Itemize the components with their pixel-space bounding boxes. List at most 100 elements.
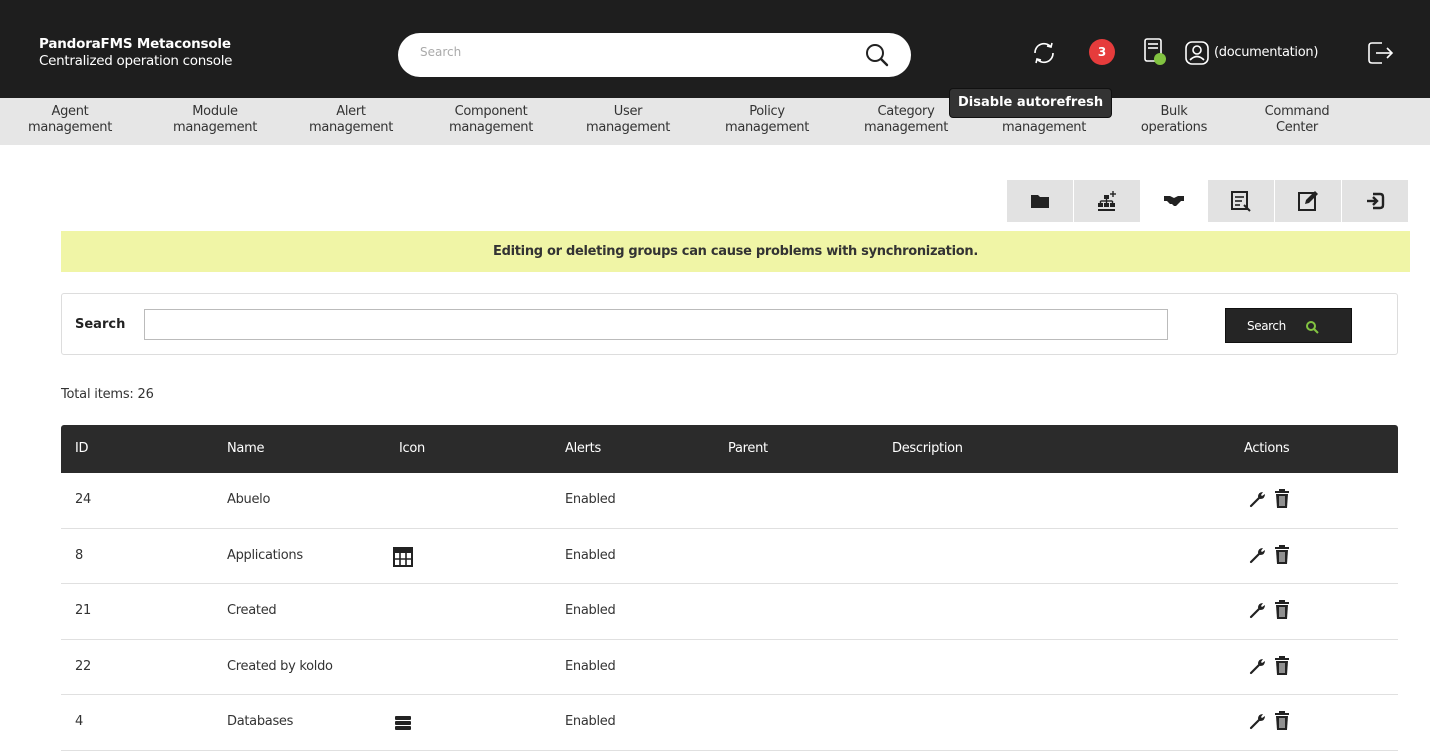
tool-folder[interactable] [1007, 180, 1073, 222]
row-alerts: Enabled [565, 603, 616, 618]
row-id: 8 [75, 547, 83, 563]
exit-icon [1367, 192, 1385, 210]
menu-label-line1: Category [877, 104, 935, 119]
wrench-icon[interactable] [1248, 600, 1268, 620]
row-alerts: Enabled [565, 714, 616, 729]
group-add-icon [1098, 191, 1116, 211]
search-icon[interactable] [864, 42, 890, 68]
user-name[interactable]: (documentation) [1214, 45, 1318, 60]
group-search-input[interactable] [144, 309, 1168, 340]
menu-label-line2: management [724, 120, 810, 135]
menu-label-line1: Alert [336, 104, 366, 119]
trash-icon[interactable] [1273, 710, 1291, 732]
menu-label-line2: management [27, 120, 113, 135]
menu-label-line2: Center [1276, 120, 1318, 135]
row-id: 24 [75, 492, 91, 507]
notification-badge[interactable]: 3 [1089, 39, 1115, 65]
wrench-icon[interactable] [1248, 711, 1268, 731]
wrench-icon[interactable] [1248, 545, 1268, 565]
search-button-label: Search [1247, 319, 1286, 333]
trash-icon[interactable] [1273, 599, 1291, 621]
menu-label-line1: User [613, 104, 643, 119]
user-icon[interactable] [1183, 39, 1211, 67]
calculator-icon [393, 546, 413, 567]
col-name[interactable]: Name [227, 441, 264, 456]
list-icon [1231, 191, 1251, 212]
menu-bulk-operations[interactable]: Bulk operations [1129, 104, 1219, 136]
row-name[interactable]: Databases [227, 714, 293, 729]
menu-label-line1: Module [192, 104, 238, 119]
edit-icon [1298, 191, 1318, 211]
row-id: 22 [75, 658, 91, 674]
menu-label-line2: management [448, 120, 534, 135]
tool-edit[interactable] [1275, 180, 1341, 222]
main-menu: Agent management Module management Alert… [0, 98, 1430, 145]
trash-icon[interactable] [1273, 488, 1291, 510]
row-id: 21 [75, 603, 91, 618]
menu-label-line2: management [308, 120, 394, 135]
menu-user-management[interactable]: User management [568, 104, 688, 136]
global-search-input[interactable] [420, 45, 840, 59]
col-description: Description [892, 441, 963, 456]
menu-label-line2: management [1001, 120, 1087, 135]
col-alerts: Alerts [565, 441, 601, 456]
row-name[interactable]: Abuelo [227, 492, 270, 507]
menu-component-management[interactable]: Component management [431, 104, 551, 136]
tool-group-add[interactable] [1074, 180, 1140, 222]
col-id[interactable]: ID [75, 441, 89, 456]
table-row: 8 Applications Enabled [61, 528, 1398, 584]
table-header: ID Name Icon Alerts Parent Description A… [61, 425, 1398, 473]
menu-policy-management[interactable]: Policy management [707, 104, 827, 136]
top-header: PandoraFMS Metaconsole Centralized opera… [0, 0, 1430, 98]
col-icon: Icon [399, 441, 425, 456]
menu-agent-management[interactable]: Agent management [0, 104, 140, 136]
menu-label-line2: operations [1140, 120, 1208, 135]
table-row: 21 Created Enabled [61, 584, 1398, 640]
col-actions: Actions [1244, 441, 1290, 456]
wrench-icon[interactable] [1248, 656, 1268, 676]
folder-icon [1031, 195, 1049, 208]
table-row: 24 Abuelo Enabled [61, 473, 1398, 529]
trash-icon[interactable] [1273, 544, 1291, 566]
handshake-icon [1164, 196, 1184, 206]
trash-icon[interactable] [1273, 655, 1291, 677]
menu-label-line1: Bulk [1160, 104, 1188, 119]
menu-category-management[interactable]: Category management [846, 104, 966, 136]
sync-warning-message: Editing or deleting groups can cause pro… [61, 231, 1410, 272]
row-name[interactable]: Created by koldo [227, 659, 333, 674]
row-id: 4 [75, 714, 83, 729]
wrench-icon[interactable] [1248, 489, 1268, 509]
menu-label-line2: management [863, 120, 949, 135]
row-name[interactable]: Created [227, 603, 277, 618]
menu-label-line1: Agent [51, 104, 89, 119]
tool-list[interactable] [1208, 180, 1274, 222]
global-search-box [398, 33, 911, 77]
server-status-icon[interactable] [1142, 37, 1168, 67]
row-alerts: Enabled [565, 658, 616, 674]
menu-label-line1: Policy [749, 104, 785, 119]
search-icon [1306, 321, 1319, 334]
group-tools-bar [1007, 180, 1409, 222]
col-parent: Parent [728, 441, 768, 456]
menu-alert-management[interactable]: Alert management [296, 104, 406, 136]
refresh-icon[interactable] [1030, 39, 1058, 67]
total-items: Total items: 26 [61, 387, 154, 402]
logout-icon[interactable] [1364, 37, 1396, 69]
database-icon [395, 716, 411, 730]
brand-subtitle: Centralized operation console [39, 53, 233, 69]
row-alerts: Enabled [565, 492, 616, 507]
tool-handshake[interactable] [1141, 180, 1207, 222]
autorefresh-tooltip: Disable autorefresh [949, 88, 1113, 118]
menu-command-center[interactable]: Command Center [1247, 104, 1347, 136]
menu-label-line1: Command [1264, 104, 1330, 119]
groups-table: ID Name Icon Alerts Parent Description A… [61, 425, 1398, 751]
row-name[interactable]: Applications [227, 548, 303, 563]
menu-label-line2: management [172, 120, 258, 135]
row-alerts: Enabled [565, 547, 616, 563]
menu-label-line2: management [585, 120, 671, 135]
brand[interactable]: PandoraFMS Metaconsole Centralized opera… [39, 36, 232, 70]
table-row: 22 Created by koldo Enabled [61, 639, 1398, 695]
search-button[interactable]: Search [1225, 308, 1352, 343]
menu-module-management[interactable]: Module management [160, 104, 270, 136]
tool-exit[interactable] [1342, 180, 1408, 222]
